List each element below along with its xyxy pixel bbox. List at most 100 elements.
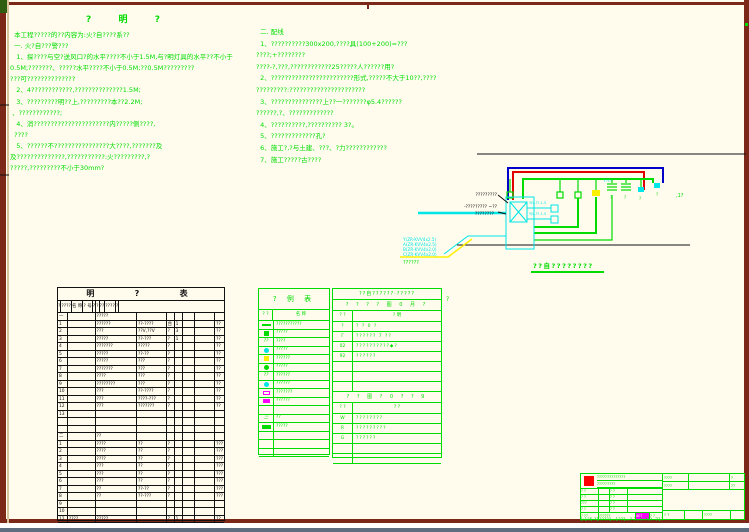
cell-extra bbox=[183, 486, 195, 493]
spec-row: 02 ??????????◆? bbox=[333, 342, 441, 352]
cell-name: ???? bbox=[96, 373, 137, 380]
legend-name: ????? bbox=[274, 329, 329, 337]
cell-no: 1 bbox=[58, 321, 68, 328]
cell-model: ??-?? bbox=[137, 351, 167, 358]
cell-qty bbox=[175, 351, 184, 358]
spec-table-header3: ? ? 图 ? 0 ? ? 9 bbox=[333, 392, 441, 403]
cell-name: ???? bbox=[96, 441, 137, 448]
panel-cross bbox=[510, 202, 527, 222]
row-value bbox=[689, 482, 730, 489]
cell-model bbox=[137, 433, 167, 440]
table-row: 9 bbox=[58, 501, 224, 509]
cell-unit: ? bbox=[167, 358, 175, 365]
row-tail: ? bbox=[730, 474, 744, 481]
legend-row bbox=[259, 449, 329, 458]
cell-extra bbox=[183, 336, 195, 343]
cell-symbol bbox=[68, 396, 96, 403]
note-line: 一. 火?自???警??? bbox=[10, 41, 248, 52]
cell-qty bbox=[175, 456, 184, 463]
cell-extra bbox=[183, 501, 195, 508]
spec-symbol: ? bbox=[333, 322, 353, 331]
cell-extra bbox=[183, 433, 195, 440]
frame-border-right bbox=[744, 0, 749, 523]
panel-cross bbox=[510, 202, 527, 222]
frame-border-left bbox=[0, 0, 6, 523]
cell-name: ???? bbox=[96, 448, 137, 455]
spec-description: ?????? 7 ?? bbox=[353, 332, 441, 341]
cell-no: 12 bbox=[58, 403, 68, 410]
cell-extra bbox=[183, 471, 195, 478]
legend-name: ????? bbox=[274, 423, 329, 431]
cell-split bbox=[195, 358, 215, 365]
spec-description bbox=[353, 382, 441, 391]
cell-symbol bbox=[68, 313, 96, 320]
spec-description: ???????? bbox=[353, 414, 441, 423]
cell-note: ?? bbox=[215, 516, 224, 523]
cell-symbol bbox=[68, 441, 96, 448]
module-symbol-cyan bbox=[654, 183, 660, 188]
control-panel-outline bbox=[506, 197, 534, 249]
spec-table-body-2: W ???????? R ????????? G ?????? bbox=[333, 414, 441, 464]
cell-note bbox=[215, 313, 224, 320]
note-line: 4、??????????,?????????? 3?。 bbox=[256, 120, 506, 132]
spec-row: R ????????? bbox=[333, 424, 441, 434]
cell-note: ?? bbox=[215, 396, 224, 403]
notes-column-right: 二. 配线 1、??????????300x200,????具(100+200)… bbox=[256, 27, 506, 166]
legend-symbol-cell bbox=[259, 432, 274, 440]
cell-split bbox=[195, 463, 215, 470]
note-line: ????;+???????? bbox=[256, 50, 506, 62]
note-line: 及??????????????,???????????:火?????????,? bbox=[10, 152, 248, 163]
table-row bbox=[58, 418, 224, 426]
table-row bbox=[58, 426, 224, 434]
cell-model: ??? bbox=[137, 373, 167, 380]
cell-name: ?????? bbox=[96, 321, 137, 328]
cell-split bbox=[195, 313, 215, 320]
spec-symbol: 92 bbox=[333, 352, 353, 361]
cell-split bbox=[195, 508, 215, 515]
module-symbol-hatched bbox=[621, 184, 631, 190]
cell-name: ??? bbox=[96, 463, 137, 470]
cell-symbol bbox=[68, 478, 96, 485]
cell-name: ???? bbox=[96, 456, 137, 463]
cell-no: 2 bbox=[58, 448, 68, 455]
row-label: ???? bbox=[663, 474, 689, 481]
legend-symbol: ?? bbox=[264, 339, 269, 344]
grid-value bbox=[599, 507, 610, 512]
row-value bbox=[689, 474, 730, 481]
title-block-left: ?????????????? ????????? ? ? ? ? ? ? ? ? bbox=[581, 474, 663, 519]
legend-name: ??????? bbox=[274, 389, 329, 397]
legend-symbol bbox=[263, 399, 270, 403]
legend-row: ?? ???? bbox=[259, 338, 329, 347]
cell-symbol bbox=[68, 381, 96, 388]
cell-name bbox=[96, 418, 137, 425]
note-line: 5、?????????????孔? bbox=[256, 131, 506, 143]
cell-name: ????? bbox=[96, 358, 137, 365]
detector-symbol bbox=[575, 192, 581, 198]
control-room-label: ?????? bbox=[403, 260, 419, 266]
cell-split bbox=[195, 426, 215, 433]
grid-label: ? ? bbox=[581, 495, 599, 500]
grid-value bbox=[599, 489, 610, 494]
frame-border-top bbox=[0, 2, 749, 5]
spec-description: ?????? bbox=[353, 434, 441, 443]
cell-extra bbox=[183, 493, 195, 500]
cell-split bbox=[195, 366, 215, 373]
cell-no: 13 bbox=[58, 411, 68, 418]
material-table-body: 一 ????? 1 ?????? ??-???? 台 1 ?? bbox=[58, 313, 224, 523]
spec-description: ?????? bbox=[353, 352, 441, 361]
legend-row: ??????? bbox=[259, 389, 329, 398]
legend-row: ?????? bbox=[259, 381, 329, 390]
cell-unit bbox=[167, 418, 175, 425]
wire-green-return bbox=[534, 195, 612, 240]
cell-extra bbox=[183, 478, 195, 485]
corner-mark bbox=[0, 0, 7, 13]
cell-symbol bbox=[68, 388, 96, 395]
spec-description: ??????????◆? bbox=[353, 342, 441, 351]
cell-extra bbox=[183, 373, 195, 380]
table-row: 2 ???? ?? ? ??? bbox=[58, 448, 224, 456]
cell-symbol bbox=[68, 351, 96, 358]
table-row: 12 ??? ??????? ? ?? bbox=[58, 403, 224, 411]
cell-extra bbox=[183, 403, 195, 410]
cell-split bbox=[195, 418, 215, 425]
cell-unit: ? bbox=[167, 373, 175, 380]
